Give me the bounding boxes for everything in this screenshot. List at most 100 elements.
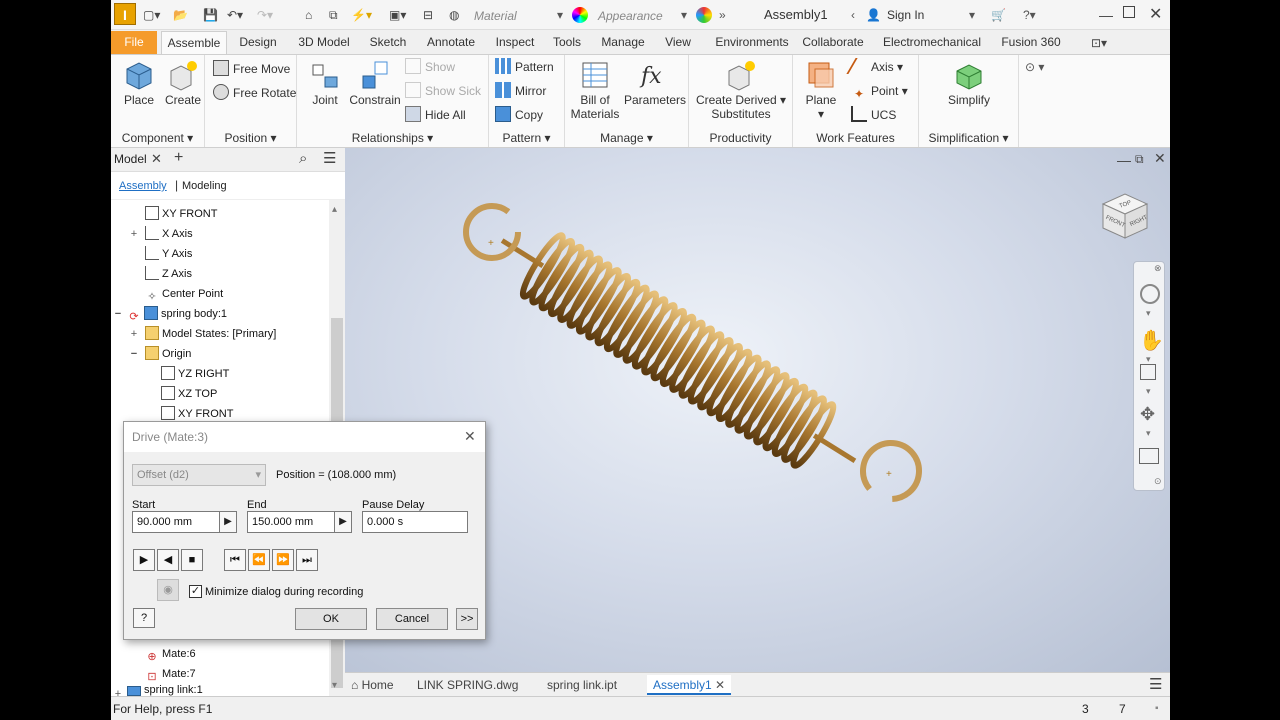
tree-node[interactable]: Z Axis (145, 264, 192, 284)
tree-node[interactable]: Y Axis (145, 244, 192, 264)
customize-icon[interactable]: ⊙ (1154, 476, 1162, 487)
tree-node[interactable]: Model States: [Primary] (145, 324, 276, 344)
tab-manage[interactable]: Manage (597, 31, 649, 54)
open-icon[interactable]: 📂 (173, 5, 188, 25)
group-label-position[interactable]: Position ▾ (205, 131, 296, 145)
go-to-start-button[interactable]: ⏮ (224, 549, 246, 571)
group-label-manage[interactable]: Manage ▾ (565, 131, 688, 145)
start-arrow-button[interactable]: ▶ (219, 511, 237, 533)
search-icon[interactable]: ⌕ (299, 150, 307, 167)
appearance-combo[interactable]: Appearance (597, 5, 693, 25)
plane-button[interactable]: Plane ▾ (799, 59, 843, 121)
step-reverse-button[interactable]: ⏪ (248, 549, 270, 571)
menu-icon[interactable]: ☰ (323, 149, 336, 167)
tree-node[interactable]: XY FRONT (145, 204, 217, 224)
maximize-icon[interactable] (1123, 6, 1135, 18)
select-icon[interactable]: ▣▾ (389, 5, 406, 25)
joint-button[interactable]: Joint (305, 59, 345, 107)
update-icon[interactable]: ⚡▾ (351, 5, 372, 25)
tab-file[interactable]: File (111, 31, 157, 54)
add-tab-icon[interactable]: + (174, 149, 183, 167)
close-icon[interactable]: ✕ (1149, 5, 1162, 25)
tab-view[interactable]: View (661, 31, 695, 54)
look-at-icon[interactable] (1139, 448, 1159, 464)
group-label-pattern[interactable]: Pattern ▾ (489, 131, 564, 145)
bill-of-materials-button[interactable]: Bill of Materials (567, 59, 623, 121)
close-icon[interactable]: ✕ (464, 428, 476, 445)
tree-node-mate[interactable]: ⊡ Mate:7 (145, 664, 195, 684)
tab-annotate[interactable]: Annotate (421, 31, 481, 54)
cart-icon[interactable]: 🛒 (991, 5, 1006, 25)
help-icon[interactable]: ?▾ (1023, 5, 1036, 25)
minimize-checkbox[interactable]: ✓ (189, 585, 202, 598)
ribbon-options-icon[interactable]: ⊡▾ (1091, 33, 1107, 53)
zoom-window-icon[interactable] (1140, 364, 1156, 380)
close-icon[interactable]: ⊗ (1154, 263, 1162, 274)
parameter-select[interactable]: Offset (d2) ▾ (132, 464, 266, 486)
hide-all-button[interactable]: Hide All (405, 105, 466, 125)
end-input[interactable]: 150.000 mm (247, 511, 335, 533)
group-label-relationships[interactable]: Relationships ▾ (297, 131, 488, 145)
collapse-icon[interactable]: − (113, 304, 123, 324)
return-icon[interactable]: ⧉ (329, 5, 338, 25)
chevron-down-icon[interactable]: ▾ (969, 5, 975, 25)
tab-electromechanical[interactable]: Electromechanical (881, 31, 983, 54)
copy-button[interactable]: Copy (495, 105, 543, 125)
appearance-override-icon[interactable]: ◍ (449, 5, 459, 25)
doc-tab-home[interactable]: ⌂ Home (351, 675, 394, 695)
doc-tab-link-spring[interactable]: LINK SPRING.dwg (417, 675, 518, 695)
record-button[interactable]: ◉ (157, 579, 179, 601)
doc-tab-spring-link[interactable]: spring link.ipt (547, 675, 617, 695)
play-reverse-button[interactable]: ◀ (157, 549, 179, 571)
tab-inspect[interactable]: Inspect (489, 31, 541, 54)
tree-node[interactable]: ✧ Center Point (145, 284, 223, 304)
new-icon[interactable]: ▢▾ (143, 5, 160, 25)
subtab-modeling[interactable]: Modeling (182, 180, 227, 192)
tab-design[interactable]: Design (233, 31, 283, 54)
tab-collaborate[interactable]: Collaborate (801, 31, 865, 54)
tree-node-mate[interactable]: ⊕ Mate:6 (145, 644, 195, 664)
free-move-button[interactable]: Free Move (213, 59, 290, 79)
expand-icon[interactable]: + (129, 224, 139, 244)
constrain-button[interactable]: Constrain (347, 59, 403, 107)
ucs-button[interactable]: UCS (851, 105, 896, 125)
point-button[interactable]: ✦ Point ▾ (851, 81, 908, 101)
help-button[interactable]: ? (133, 608, 155, 628)
tree-node[interactable]: YZ RIGHT (161, 364, 229, 384)
simplify-button[interactable]: Simplify (939, 59, 999, 107)
view-cube[interactable]: TOP FRONT RIGHT (1095, 186, 1155, 246)
measure-icon[interactable]: ⊟ (423, 5, 433, 25)
collapse-icon[interactable]: − (129, 344, 139, 364)
redo-icon[interactable]: ↷▾ (257, 5, 273, 25)
free-rotate-button[interactable]: Free Rotate (213, 83, 296, 103)
end-arrow-button[interactable]: ▶ (334, 511, 352, 533)
tree-node[interactable]: Origin (145, 344, 191, 364)
mirror-button[interactable]: Mirror (495, 81, 546, 101)
tab-3d-model[interactable]: 3D Model (291, 31, 357, 54)
tab-assemble[interactable]: Assemble (161, 31, 227, 54)
parameters-button[interactable]: fx Parameters (623, 59, 687, 107)
tab-tools[interactable]: Tools (547, 31, 587, 54)
menu-icon[interactable]: ☰ (1149, 675, 1162, 695)
pause-delay-input[interactable]: 0.000 s (362, 511, 468, 533)
cancel-button[interactable]: Cancel (376, 608, 448, 630)
tree-node[interactable]: XZ TOP (161, 384, 217, 404)
expand-icon[interactable]: + (129, 324, 139, 344)
tab-sketch[interactable]: Sketch (363, 31, 413, 54)
tree-node-component[interactable]: ⟳ spring body:1 (127, 304, 227, 324)
minimize-icon[interactable]: — (1099, 5, 1113, 25)
app-logo[interactable]: I (114, 3, 136, 25)
axis-button[interactable]: Axis ▾ (846, 57, 903, 77)
stop-button[interactable]: ■ (181, 549, 203, 571)
chevron-left-icon[interactable]: ‹ (851, 5, 855, 25)
browser-tab-model[interactable]: Model (114, 152, 147, 166)
pattern-button[interactable]: Pattern (495, 57, 554, 77)
pan-icon[interactable]: ✋ (1139, 328, 1164, 353)
close-icon[interactable]: ✕ (151, 151, 162, 167)
subtab-assembly[interactable]: Assembly (119, 180, 167, 192)
tree-node[interactable]: X Axis (145, 224, 193, 244)
doc-tab-assembly1[interactable]: Assembly1 ✕ (647, 675, 732, 695)
show-button[interactable]: Show (405, 57, 455, 77)
more-icon[interactable]: » (719, 5, 726, 25)
group-label-simplification[interactable]: Simplification ▾ (919, 131, 1018, 145)
